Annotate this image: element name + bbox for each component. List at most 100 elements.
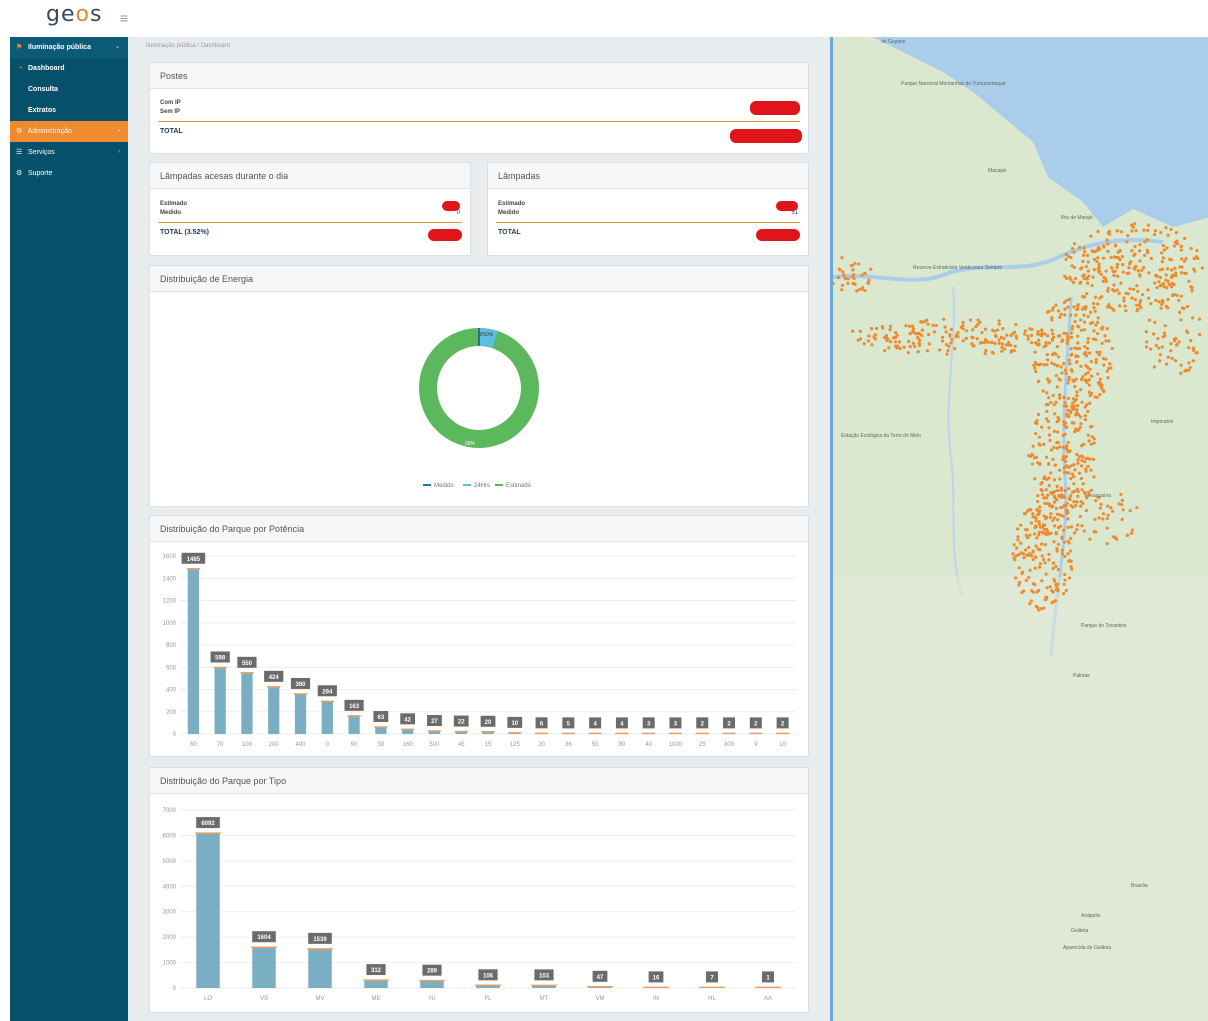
- streetlight-point: [1047, 483, 1051, 488]
- streetlight-point: [1075, 500, 1079, 504]
- streetlight-point: [1155, 286, 1159, 290]
- streetlight-point: [1037, 522, 1041, 526]
- sidebar-item-extratos[interactable]: Extratos: [10, 100, 128, 121]
- streetlight-point: [1145, 238, 1150, 242]
- streetlight-point: [917, 338, 922, 342]
- data-label: 289: [427, 969, 438, 975]
- bar[interactable]: [375, 726, 387, 734]
- streetlight-point: [1145, 340, 1149, 344]
- streetlight-point: [863, 288, 867, 293]
- donut-segment-estimado: [419, 328, 539, 448]
- streetlight-point: [932, 330, 937, 334]
- streetlight-point: [1068, 449, 1072, 453]
- streetlight-point: [1118, 248, 1122, 253]
- streetlight-point: [1184, 257, 1188, 261]
- streetlight-point: [904, 324, 908, 328]
- streetlight-point: [1052, 429, 1056, 433]
- bar[interactable]: [252, 947, 276, 988]
- legend-label[interactable]: Estimado: [506, 483, 532, 489]
- bar[interactable]: [364, 980, 388, 988]
- bar[interactable]: [196, 833, 220, 988]
- sidebar-item-suporte[interactable]: ⚙ Suporte: [10, 163, 128, 184]
- streetlight-point: [1052, 403, 1056, 407]
- streetlight-point: [1059, 488, 1063, 492]
- streetlight-point: [1187, 279, 1191, 283]
- streetlight-point: [1086, 464, 1090, 468]
- x-tick-label: 30: [378, 742, 385, 748]
- streetlight-point: [1064, 252, 1068, 257]
- x-tick-label: 15: [485, 742, 492, 748]
- sidebar-item-consulta[interactable]: Consulta: [10, 79, 128, 100]
- streetlight-point: [1042, 442, 1046, 446]
- streetlight-point: [1173, 266, 1177, 270]
- streetlight-point: [1197, 317, 1202, 321]
- streetlight-point: [1142, 266, 1146, 270]
- streetlight-point: [1060, 552, 1064, 556]
- streetlight-point: [1037, 342, 1041, 346]
- bar[interactable]: [308, 948, 332, 988]
- streetlight-point: [1044, 417, 1049, 421]
- streetlight-point: [1135, 309, 1139, 313]
- streetlight-point: [856, 262, 861, 266]
- sidebar-item-administracao[interactable]: ⚙ Administração ›: [10, 121, 128, 142]
- streetlight-point: [1054, 303, 1058, 307]
- streetlight-point: [1142, 228, 1146, 232]
- bar[interactable]: [187, 568, 200, 734]
- streetlight-point: [1175, 342, 1179, 347]
- bar[interactable]: [214, 667, 226, 734]
- bar[interactable]: [321, 701, 333, 734]
- streetlight-point: [1032, 532, 1037, 536]
- lampadas-total-row: TOTAL: [496, 222, 800, 242]
- streetlight-point: [1059, 494, 1063, 498]
- streetlight-point: [1191, 348, 1196, 353]
- streetlight-point: [1047, 341, 1051, 345]
- streetlight-point: [1068, 362, 1072, 366]
- legend-label[interactable]: 24Hrs: [474, 483, 490, 489]
- sidebar-item-iluminacao[interactable]: ⚑ Iluminação pública ⌄: [10, 37, 128, 58]
- hamburger-icon[interactable]: ≡: [120, 10, 128, 26]
- redaction-mark: [750, 101, 800, 115]
- breadcrumb-root[interactable]: Iluminação pública: [146, 43, 196, 49]
- streetlight-point: [1088, 393, 1092, 398]
- streetlight-point: [1156, 337, 1160, 341]
- streetlight-point: [1127, 266, 1131, 270]
- streetlight-point: [1092, 257, 1097, 262]
- sidebar-item-label: Iluminação pública: [27, 44, 91, 51]
- streetlight-point: [1106, 513, 1110, 517]
- bar[interactable]: [420, 980, 444, 988]
- streetlight-point: [1079, 504, 1083, 508]
- streetlight-point: [1076, 461, 1080, 465]
- streetlight-point: [1024, 533, 1028, 537]
- app-logo[interactable]: geos: [46, 2, 102, 27]
- streetlight-point: [997, 322, 1001, 326]
- data-label: 20: [485, 720, 492, 726]
- legend-label[interactable]: Medido: [434, 483, 454, 489]
- streetlight-point: [1091, 337, 1096, 341]
- sidebar-item-dashboard[interactable]: Dashboard: [10, 58, 128, 79]
- streetlight-point: [1164, 273, 1168, 277]
- streetlight-point: [1079, 364, 1083, 368]
- map-view[interactable]: de Guyane Parque Nacional Montanhas do Tu…: [830, 37, 1208, 1021]
- bar[interactable]: [241, 672, 253, 734]
- sidebar-item-servicos[interactable]: ☰ Serviços ›: [10, 142, 128, 163]
- streetlight-point: [1044, 572, 1048, 576]
- bar[interactable]: [348, 715, 360, 734]
- bar[interactable]: [268, 686, 280, 734]
- streetlight-point: [888, 324, 893, 328]
- panel-title: Distribuição do Parque por Tipo: [150, 768, 808, 794]
- streetlight-point: [893, 336, 897, 340]
- streetlight-point: [1080, 400, 1084, 404]
- streetlight-point: [1112, 283, 1116, 287]
- x-tick-label: 100: [242, 742, 253, 748]
- x-tick-label: 36: [565, 742, 572, 748]
- streetlight-point: [1101, 512, 1106, 516]
- potencia-bar-chart: 02004006008001000120014001600 14856059870…: [163, 552, 796, 748]
- map-canvas[interactable]: de Guyane Parque Nacional Montanhas do Tu…: [833, 37, 1208, 1021]
- bar[interactable]: [294, 693, 307, 734]
- streetlight-point: [1040, 492, 1045, 497]
- streetlight-point: [926, 322, 930, 326]
- streetlight-point: [1052, 445, 1056, 449]
- streetlight-point: [1023, 329, 1027, 333]
- streetlight-point: [956, 335, 960, 339]
- streetlight-point: [1050, 308, 1055, 312]
